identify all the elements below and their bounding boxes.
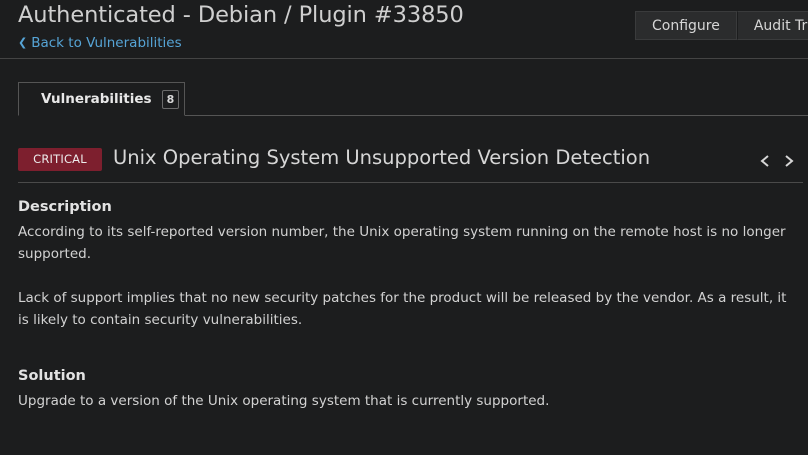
back-to-vulnerabilities-link[interactable]: ❮ Back to Vulnerabilities [18, 35, 182, 51]
header-divider [0, 58, 808, 59]
page-title: Authenticated - Debian / Plugin #33850 [18, 2, 464, 28]
chevron-left-icon: ❮ [18, 36, 28, 49]
tab-vulnerabilities[interactable]: Vulnerabilities 8 [18, 82, 185, 116]
solution-heading: Solution [18, 368, 86, 384]
description-paragraph-1: According to its self-reported version n… [18, 224, 786, 262]
title-divider [18, 182, 803, 183]
solution-text: Upgrade to a version of the Unix operati… [18, 393, 550, 409]
audit-trail-button[interactable]: Audit Trail [736, 11, 808, 40]
back-link-label: Back to Vulnerabilities [31, 35, 182, 51]
toolbar: Configure Audit Trail [635, 11, 808, 42]
severity-badge: CRITICAL [18, 148, 102, 171]
description-paragraph-2: Lack of support implies that no new secu… [18, 290, 787, 328]
tab-count-badge: 8 [161, 89, 180, 109]
description-heading: Description [18, 199, 112, 215]
configure-button[interactable]: Configure [635, 11, 737, 40]
chevron-right-icon[interactable] [782, 151, 796, 171]
vulnerability-pager [758, 151, 796, 171]
tab-label: Vulnerabilities [41, 91, 152, 107]
chevron-left-icon[interactable] [758, 151, 772, 171]
vulnerability-title: Unix Operating System Unsupported Versio… [113, 146, 651, 169]
